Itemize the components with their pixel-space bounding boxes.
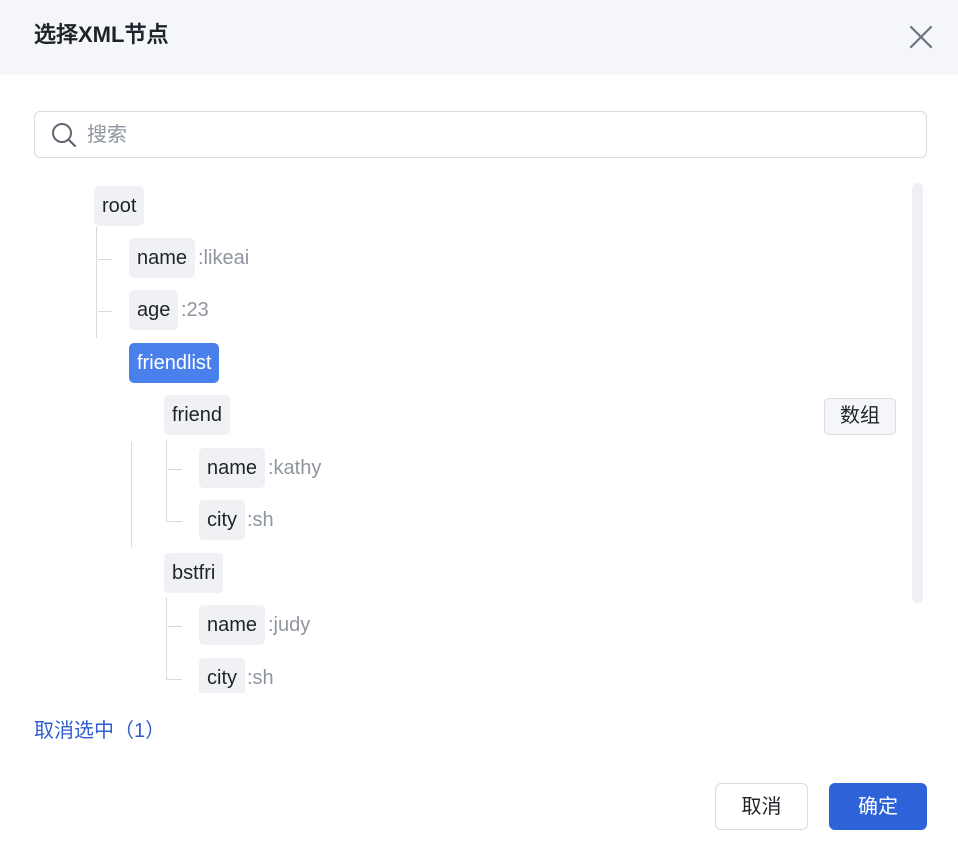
cancel-button[interactable]: 取消: [715, 783, 808, 830]
dialog-header: 选择XML节点: [0, 0, 958, 75]
tree-connector: [98, 311, 112, 312]
tree-node-value: :sh: [247, 509, 274, 531]
tree-node-bstfri[interactable]: bstfri: [164, 553, 224, 593]
tree-connector: [131, 442, 132, 547]
tree-node-value: :likeai: [198, 247, 250, 269]
tree-node-city[interactable]: city: [199, 500, 245, 540]
tree-connector: [96, 227, 97, 338]
xml-tree: root name :likeai age :23 friendlist fri…: [0, 175, 958, 693]
tree-connector: [98, 259, 112, 260]
tree-node-value: :sh: [247, 667, 274, 689]
tree-node-friendlist[interactable]: friendlist: [129, 343, 220, 383]
tree-connector: [166, 521, 182, 522]
tree-node-value: :kathy: [268, 457, 322, 479]
search-box: [34, 111, 927, 158]
search-icon: [51, 122, 77, 148]
tree-connector: [166, 597, 167, 679]
tree-node-value: :judy: [268, 614, 311, 636]
tree-scrollbar[interactable]: [912, 183, 923, 603]
tree-node-root[interactable]: root: [94, 186, 145, 226]
search-input[interactable]: [85, 118, 909, 152]
tree-node-name[interactable]: name: [129, 238, 196, 278]
tree-node-name[interactable]: name: [199, 605, 266, 645]
tree-node-friend[interactable]: friend: [164, 395, 231, 435]
confirm-button[interactable]: 确定: [829, 783, 927, 830]
tree-node-value: :23: [181, 299, 209, 321]
tree-connector: [166, 440, 167, 521]
tree-connector: [168, 626, 182, 627]
array-badge-button[interactable]: 数组: [824, 398, 896, 435]
deselect-link[interactable]: 取消选中（1）: [34, 716, 165, 746]
close-icon[interactable]: [906, 22, 936, 52]
tree-node-name[interactable]: name: [199, 448, 266, 488]
tree-node-city[interactable]: city: [199, 658, 245, 693]
dialog-title: 选择XML节点: [34, 22, 169, 47]
tree-connector: [168, 469, 182, 470]
tree-node-age[interactable]: age: [129, 290, 179, 330]
tree-connector: [166, 679, 182, 680]
